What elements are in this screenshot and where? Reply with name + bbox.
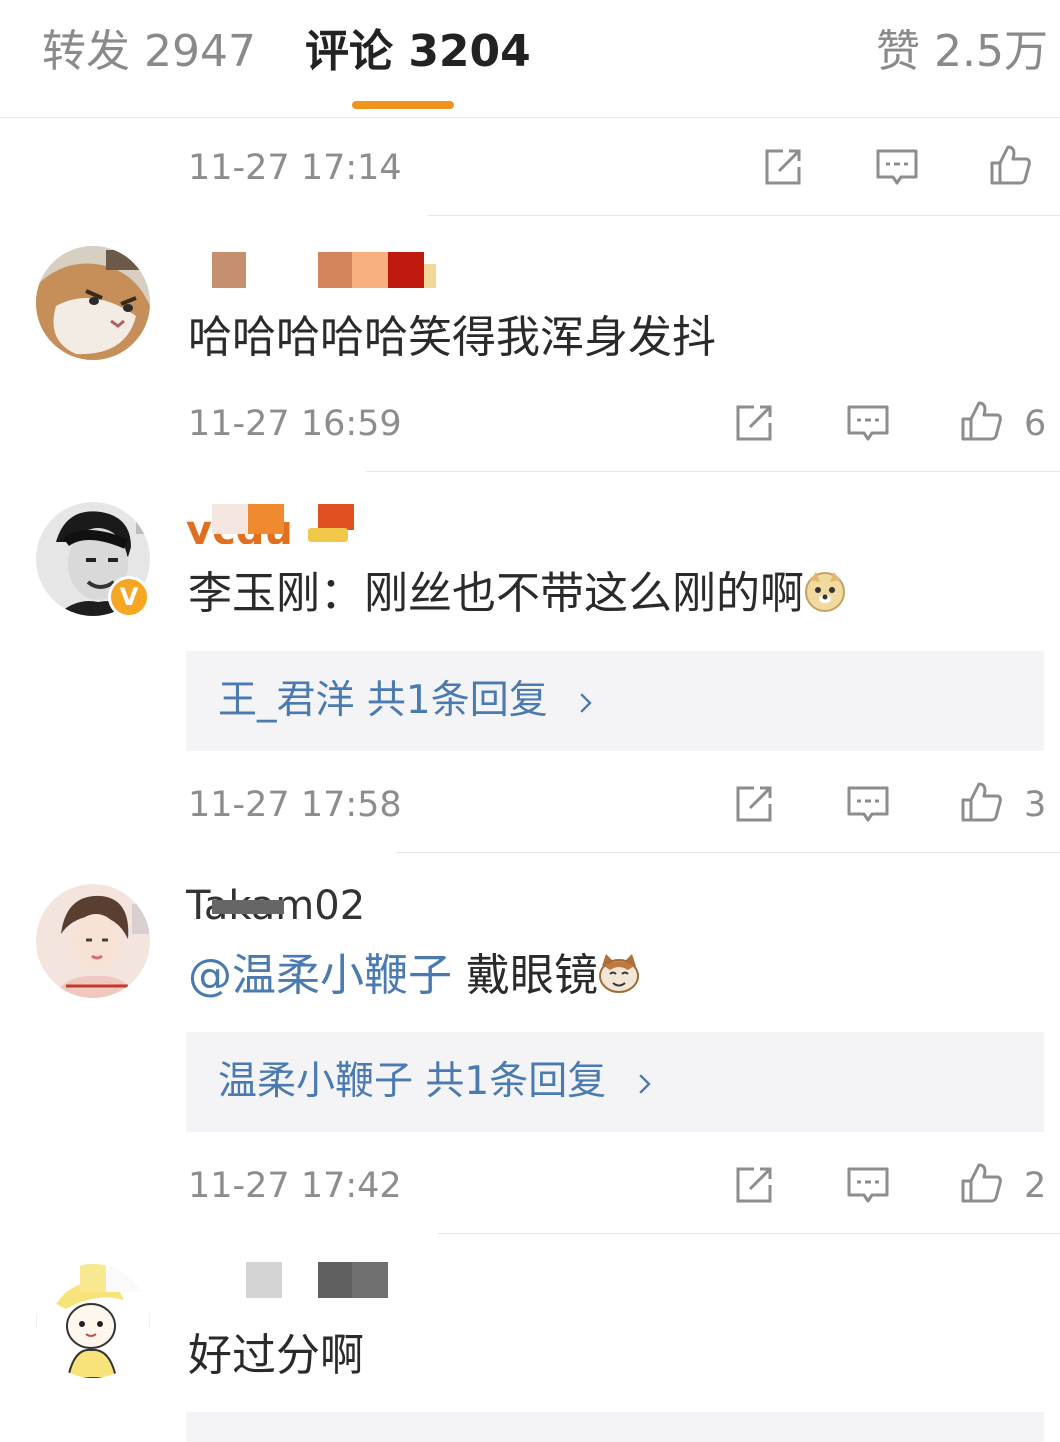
username-redacted[interactable] xyxy=(212,504,358,542)
comment-time: 11-27 17:58 xyxy=(188,785,402,825)
chevron-right-icon xyxy=(637,1054,653,1110)
avatar[interactable] xyxy=(36,884,150,998)
cat-emoji-icon xyxy=(598,950,640,993)
comment-body: 李玉刚：刚丝也不带这么刚的啊 xyxy=(188,568,804,619)
thumbs-up-icon[interactable] xyxy=(959,399,1003,443)
comment-bubble-icon[interactable] xyxy=(846,782,890,826)
active-tab-indicator xyxy=(352,101,454,109)
reply-text: 王_君洋 共1条回复 xyxy=(218,678,548,723)
mention-link[interactable]: @温柔小鞭子 xyxy=(188,950,452,1001)
tab-comments[interactable]: 评论 3204 xyxy=(305,22,531,82)
tab-likes[interactable]: 赞 2.5万 xyxy=(876,22,1048,82)
reply-preview[interactable] xyxy=(186,1412,1044,1442)
divider xyxy=(366,471,1060,472)
tab-repost[interactable]: 转发 2947 xyxy=(42,22,256,82)
comment-text: 好过分啊 xyxy=(188,1330,364,1381)
avatar[interactable] xyxy=(36,1264,150,1378)
thumbs-up-icon[interactable] xyxy=(959,780,1003,824)
comment-text: 哈哈哈哈哈笑得我浑身发抖 xyxy=(188,312,716,363)
like-count: 3 xyxy=(1024,785,1047,825)
divider xyxy=(438,1233,1060,1234)
username-redacted[interactable] xyxy=(212,900,284,914)
comment-time: 11-27 17:14 xyxy=(188,148,402,188)
reply-link[interactable]: 王_君洋 共1条回复 xyxy=(218,673,594,729)
comment-tabs: 转发 2947 评论 3204 赞 2.5万 xyxy=(0,0,1060,118)
share-edit-icon[interactable] xyxy=(732,1163,776,1207)
like-count: 2 xyxy=(1024,1166,1047,1206)
share-edit-icon[interactable] xyxy=(732,782,776,826)
comment-bubble-icon[interactable] xyxy=(875,145,919,189)
reply-preview[interactable]: 温柔小鞭子 共1条回复 xyxy=(186,1032,1044,1132)
reply-preview[interactable]: 王_君洋 共1条回复 xyxy=(186,651,1044,751)
username-redacted[interactable] xyxy=(212,252,438,288)
thumbs-up-icon[interactable] xyxy=(959,1161,1003,1205)
comment-time: 11-27 16:59 xyxy=(188,404,402,444)
comment-bubble-icon[interactable] xyxy=(846,401,890,445)
comment-body: 戴眼镜 xyxy=(452,950,598,1001)
divider xyxy=(428,215,1060,216)
reply-link[interactable]: 温柔小鞭子 共1条回复 xyxy=(218,1054,653,1110)
doge-emoji-icon xyxy=(804,568,846,612)
like-count: 6 xyxy=(1024,404,1047,444)
share-edit-icon[interactable] xyxy=(761,145,805,189)
divider xyxy=(396,852,1060,853)
avatar[interactable] xyxy=(36,246,150,360)
thumbs-up-icon[interactable] xyxy=(988,143,1032,187)
comment-time: 11-27 17:42 xyxy=(188,1166,402,1206)
chevron-right-icon xyxy=(578,673,594,729)
username-redacted[interactable] xyxy=(246,1262,390,1298)
reply-text: 温柔小鞭子 共1条回复 xyxy=(218,1059,607,1104)
comment-text: 李玉刚：刚丝也不带这么刚的啊 xyxy=(188,564,846,624)
comment-text: @温柔小鞭子 戴眼镜 xyxy=(188,946,640,1006)
comment-bubble-icon[interactable] xyxy=(846,1163,890,1207)
verified-badge: V xyxy=(108,576,150,618)
share-edit-icon[interactable] xyxy=(732,401,776,445)
